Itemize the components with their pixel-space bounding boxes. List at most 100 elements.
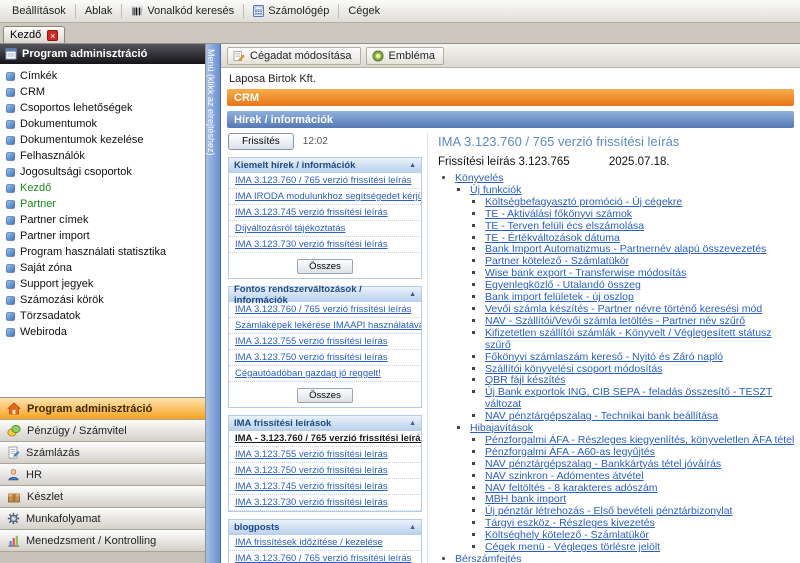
sidebar-item[interactable]: Partner címek xyxy=(2,212,203,228)
sidebar-item[interactable]: Saját zóna xyxy=(2,260,203,276)
article-link[interactable]: NAV pénztárgépszalag - Bankkártyás tétel… xyxy=(485,458,721,470)
sidebar-item[interactable]: Csoportos lehetőségek xyxy=(2,100,203,116)
article-link[interactable]: TE - Terven felüli écs elszámolása xyxy=(485,220,644,232)
news-section-bar[interactable]: Hírek / információk xyxy=(227,111,794,128)
panel-link[interactable]: IMA 3.123.755 verzió frissítési leírás xyxy=(229,447,421,463)
sidebar-item[interactable]: Webiroda xyxy=(2,324,203,340)
panel-link[interactable]: IMA IRODA modulunkhoz segítségedet kérjü… xyxy=(229,189,421,205)
article-link[interactable]: Bérszámfejtés xyxy=(455,553,522,563)
panel-link[interactable]: IMA 3.123.745 verzió frissítési leírás xyxy=(229,205,421,221)
nav-panel-workflow[interactable]: Munkafolyamat xyxy=(0,508,205,530)
article-link[interactable]: Hibajavítások xyxy=(470,422,533,434)
nav-panel-hr[interactable]: HR xyxy=(0,464,205,486)
sidebar-item[interactable]: CRM xyxy=(2,84,203,100)
nav-panel-finance-accounting[interactable]: Pénzügy / Számvitel xyxy=(0,420,205,442)
nav-panel-management-controlling[interactable]: Menedzsment / Kontrolling xyxy=(0,530,205,552)
panel-header[interactable]: Kiemelt hírek / információk▲ xyxy=(229,158,421,173)
sidebar-item[interactable]: Kezdő xyxy=(2,180,203,196)
article-link[interactable]: MBH bank import xyxy=(485,493,566,505)
panel-link[interactable]: IMA 3.123.730 verzió frissítési leírás xyxy=(229,237,421,253)
panel-link[interactable]: IMA 3.123.755 verzió frissítési leírás xyxy=(229,334,421,350)
nav-panel-program-administration[interactable]: Program adminisztráció xyxy=(0,398,205,420)
article-link[interactable]: NAV pénztárgépszalag - Technikai bank be… xyxy=(485,410,718,422)
content: Cégadat módosítása Embléma Laposa Birtok… xyxy=(221,44,800,563)
menubar-item-barcode-search[interactable]: Vonalkód keresés xyxy=(123,3,242,19)
finance-icon xyxy=(7,424,21,437)
crm-section-bar[interactable]: CRM xyxy=(227,89,794,106)
article-link[interactable]: Új Bank exportok ING, CIB SEPA - feladás… xyxy=(485,386,772,410)
sidebar-item[interactable]: Dokumentumok xyxy=(2,116,203,132)
sidebar-item[interactable]: Partner xyxy=(2,196,203,212)
sidebar-item[interactable]: Support jegyek xyxy=(2,276,203,292)
barcode-icon xyxy=(131,6,143,17)
panel-link[interactable]: IMA 3.123.730 verzió frissítési leírás xyxy=(229,495,421,511)
panel-link[interactable]: IMA - 3.123.760 / 765 verzió frissítési … xyxy=(229,431,421,447)
menubar-item-calculator[interactable]: Számológép xyxy=(245,3,337,19)
article-link[interactable]: Cégek menü - Végleges törlésre jelölt xyxy=(485,541,660,553)
sidebar-item[interactable]: Számozási körök xyxy=(2,292,203,308)
all-button[interactable]: Összes xyxy=(297,388,353,403)
article-link[interactable]: TE - Aktiválási főkönyvi számok xyxy=(485,208,632,220)
article-link[interactable]: TE - Értékváltozások dátuma xyxy=(485,232,620,244)
article-link[interactable]: Pénzforgalmi ÁFA - A60-as legyűjtés xyxy=(485,446,655,458)
article-link[interactable]: Új funkciók xyxy=(470,184,521,196)
panel-link[interactable]: IMA 3.123.750 verzió frissítési leírás xyxy=(229,350,421,366)
menubar-item-label: Cégek xyxy=(348,5,380,17)
article-link[interactable]: Partner kötelező - Számlatükör xyxy=(485,255,629,267)
article-link[interactable]: Bank import felületek - új oszlop xyxy=(485,291,634,303)
article-link[interactable]: Kifizetetlen szállítói számlák - Könyvel… xyxy=(485,327,772,351)
article-link[interactable]: NAV feltöltés - 8 karakteres adószám xyxy=(485,482,658,494)
emblem-button[interactable]: Embléma xyxy=(366,47,444,65)
article-link[interactable]: Főkönyvi számlaszám kereső - Nyitó és Zá… xyxy=(485,351,723,363)
article-link[interactable]: Új pénztár létrehozás - Első bevételi pé… xyxy=(485,505,732,517)
all-button[interactable]: Összes xyxy=(297,259,353,274)
article-link[interactable]: Wise bank export - Transferwise módosítá… xyxy=(485,267,686,279)
panel-title: Fontos rendszerváltozások / információk xyxy=(234,284,409,306)
panel-link[interactable]: Cégautóadóban gazdag jó reggelt! xyxy=(229,366,421,382)
panel-link[interactable]: IMA 3.123.760 / 765 verzió frissítési le… xyxy=(229,173,421,189)
sidebar-item[interactable]: Dokumentumok kezelése xyxy=(2,132,203,148)
menubar-item-companies[interactable]: Cégek xyxy=(340,3,388,19)
sidebar-item[interactable]: Partner import xyxy=(2,228,203,244)
article-link[interactable]: Költségbefagyasztó promóció - Új cégekre xyxy=(485,196,682,208)
panel-header[interactable]: blogposts▲ xyxy=(229,520,421,535)
menubar-item-settings[interactable]: Beállítások xyxy=(4,3,74,19)
nav-panel-invoicing[interactable]: Számlázás xyxy=(0,442,205,464)
tab-kezdo[interactable]: Kezdő × xyxy=(3,26,65,43)
article-link[interactable]: Vevői számla készítés - Partner névre tö… xyxy=(485,303,762,315)
article-link[interactable]: NAV szinkron - Adómentes átvétel xyxy=(485,470,644,482)
sidebar-item-label: Számozási körök xyxy=(20,294,104,306)
sidebar-item[interactable]: Felhasználók xyxy=(2,148,203,164)
emblem-icon xyxy=(372,50,384,62)
panel-link[interactable]: IMA 3.123.750 verzió frissítési leírás xyxy=(229,463,421,479)
article-link[interactable]: Költséghely kötelező - Számlatükör xyxy=(485,529,649,541)
article-link[interactable]: Pénzforgalmi ÁFA - Részleges kiegyenlíté… xyxy=(485,434,794,446)
sidebar-item[interactable]: Címkék xyxy=(2,68,203,84)
article-link[interactable]: Egyenlegközlő - Utalandó összeg xyxy=(485,279,641,291)
refresh-button[interactable]: Frissítés xyxy=(228,133,294,150)
panel-header[interactable]: Fontos rendszerváltozások / információk▲ xyxy=(229,287,421,302)
tab-close-icon[interactable]: × xyxy=(47,30,58,41)
menu-collapse-strip[interactable]: Menü (klikk az elrejtéshez) xyxy=(206,44,221,563)
panel-link[interactable]: IMA 3.123.745 verzió frissítési leírás xyxy=(229,479,421,495)
article-link[interactable]: QBR fájl készítés xyxy=(485,374,566,386)
panel-link[interactable]: IMA frissítések időzítése / kezelése xyxy=(229,535,421,551)
article-link[interactable]: NAV - Szállítói/Vevői számla letöltés - … xyxy=(485,315,745,327)
nav-panel-stock[interactable]: Készlet xyxy=(0,486,205,508)
article-link[interactable]: Szállítói könyvelési csoport módosítás xyxy=(485,363,662,375)
panel-link[interactable]: Számlaképek lekérése IMAAPI használatáva… xyxy=(229,318,421,334)
panel-header[interactable]: IMA frissítési leírások▲ xyxy=(229,416,421,431)
emblem-label: Embléma xyxy=(389,50,435,62)
sidebar-item-label: Partner xyxy=(20,198,56,210)
article-link[interactable]: Tárgyi eszköz - Részleges kivezetés xyxy=(485,517,655,529)
sidebar-item[interactable]: Jogosultsági csoportok xyxy=(2,164,203,180)
edit-company-data-button[interactable]: Cégadat módosítása xyxy=(227,47,361,65)
panel-link[interactable]: Díjváltozásról tájékoztatás xyxy=(229,221,421,237)
article-link[interactable]: Könyvelés xyxy=(455,172,503,184)
panel-link[interactable]: IMA 3.123.760 / 765 verzió frissítési le… xyxy=(229,302,421,318)
panel-link[interactable]: IMA 3.123.760 / 765 verzió frissítési le… xyxy=(229,551,421,563)
sidebar-item[interactable]: Program használati statisztika xyxy=(2,244,203,260)
article-link[interactable]: Bank Import Automatizmus - Partnernév al… xyxy=(485,243,766,255)
menubar-item-window[interactable]: Ablak xyxy=(77,3,121,19)
sidebar-item[interactable]: Törzsadatok xyxy=(2,308,203,324)
